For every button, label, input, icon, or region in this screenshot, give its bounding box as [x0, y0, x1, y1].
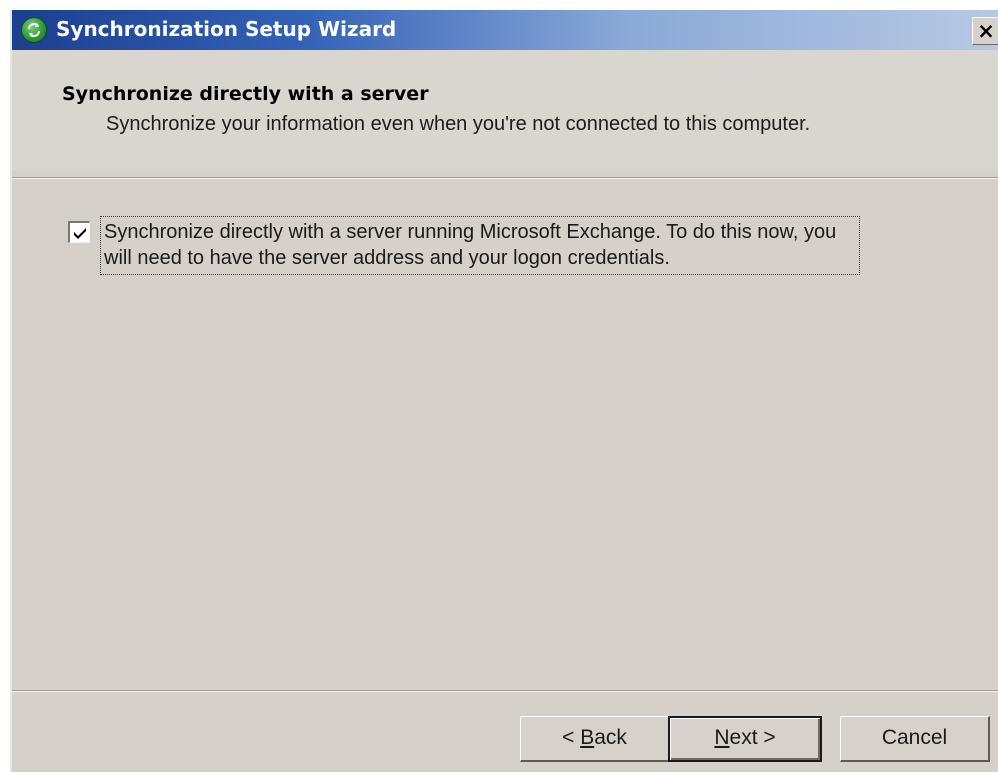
cancel-label: Cancel — [881, 726, 948, 749]
back-button[interactable]: < Back — [520, 716, 670, 762]
header-divider — [12, 177, 998, 179]
back-prefix: < — [562, 726, 581, 749]
title-bar[interactable]: Synchronization Setup Wizard × — [12, 10, 998, 50]
checkmark-icon — [74, 228, 86, 239]
footer-divider — [12, 690, 998, 692]
next-button[interactable]: Next > — [668, 716, 822, 762]
wizard-header: Synchronize directly with a server Synch… — [12, 50, 998, 170]
window-title: Synchronization Setup Wizard — [56, 17, 397, 41]
sync-icon — [21, 17, 47, 43]
close-icon: × — [977, 19, 995, 43]
back-label-rest: ack — [594, 726, 627, 749]
back-mnemonic: B — [580, 726, 595, 749]
next-mnemonic: N — [714, 726, 730, 749]
next-label-rest: ext > — [729, 726, 776, 749]
page-title: Synchronize directly with a server — [62, 83, 429, 105]
page-subtitle: Synchronize your information even when y… — [106, 113, 811, 135]
exchange-sync-label[interactable]: Synchronize directly with a server runni… — [100, 216, 860, 275]
cancel-button[interactable]: Cancel — [840, 716, 990, 762]
exchange-sync-checkbox[interactable] — [68, 221, 90, 243]
close-button[interactable]: × — [972, 17, 998, 45]
wizard-window: Synchronization Setup Wizard × Synchroni… — [10, 10, 998, 772]
